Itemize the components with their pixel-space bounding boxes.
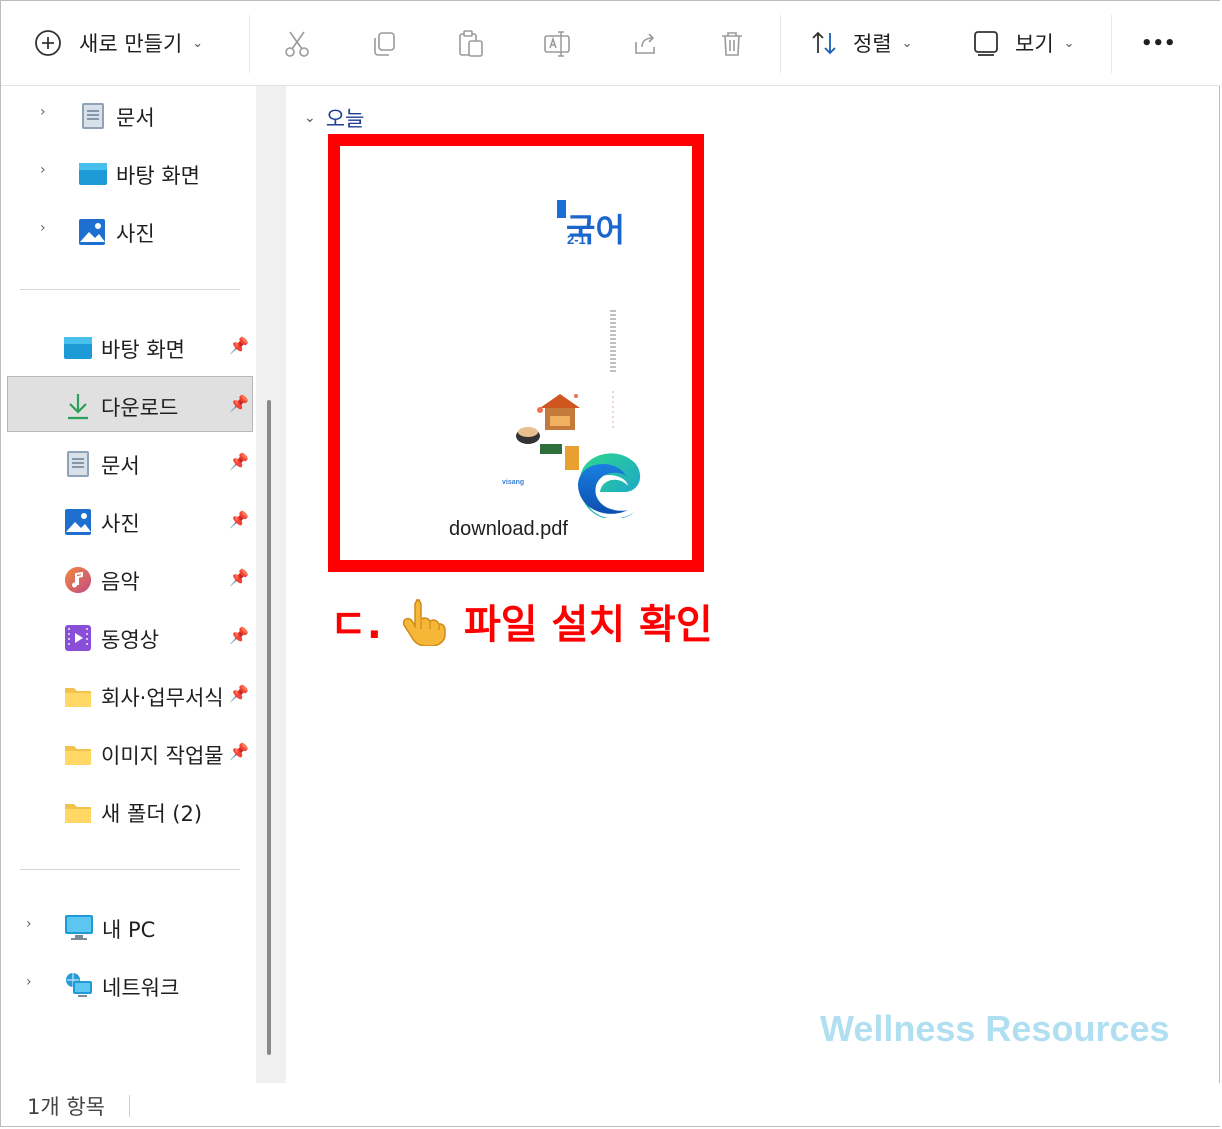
pin-icon[interactable]: 📌 <box>229 684 249 703</box>
pictures-icon <box>79 219 105 245</box>
video-icon <box>65 625 91 651</box>
sort-button-label: 정렬 <box>853 32 892 56</box>
nav-item-label: 문서 <box>116 106 155 130</box>
paste-icon[interactable] <box>456 29 486 59</box>
pin-icon[interactable]: 📌 <box>229 452 249 471</box>
nav-item-label: 바탕 화면 <box>116 164 200 188</box>
network-icon <box>66 973 92 997</box>
callout-step: ㄷ. <box>330 602 382 648</box>
sort-button[interactable]: 정렬 ⌄ <box>809 1 913 85</box>
cut-icon[interactable] <box>282 29 312 59</box>
desktop-icon <box>64 337 92 359</box>
highlight-box <box>328 134 704 572</box>
share-icon[interactable] <box>630 29 660 59</box>
watermark: Wellness Resources <box>820 1008 1170 1049</box>
chevron-right-icon: › <box>40 220 46 236</box>
chevron-right-icon: › <box>40 162 46 178</box>
toolbar: 새로 만들기 ⌄ 정렬 ⌄ 보기 ⌄ ••• <box>1 1 1220 86</box>
chevron-down-icon: ⌄ <box>901 35 913 51</box>
view-button-label: 보기 <box>1015 32 1054 56</box>
status-bar: 1개 항목 <box>1 1083 1220 1126</box>
nav-item-label: 다운로드 <box>101 396 179 420</box>
folder-icon <box>65 746 91 765</box>
pin-icon[interactable]: 📌 <box>229 742 249 761</box>
new-button[interactable]: 새로 만들기 ⌄ <box>33 1 203 85</box>
document-icon <box>82 103 104 129</box>
pointing-hand-icon <box>402 599 446 646</box>
folder-icon <box>65 804 91 823</box>
nav-item-label: 사진 <box>116 222 155 246</box>
nav-item-label: 내 PC <box>102 918 156 942</box>
nav-item-label: 바탕 화면 <box>101 338 185 362</box>
music-icon <box>65 567 91 593</box>
pin-icon[interactable]: 📌 <box>229 626 249 645</box>
chevron-down-icon: ⌄ <box>192 35 204 51</box>
pin-icon[interactable]: 📌 <box>229 510 249 529</box>
instruction-callout: ㄷ. 파일 설치 확인 <box>330 592 713 650</box>
folder-icon <box>65 688 91 707</box>
pictures-icon <box>65 509 91 535</box>
sidebar-scrollbar-thumb[interactable] <box>267 400 271 1055</box>
chevron-right-icon: › <box>40 104 46 120</box>
nav-item-label: 문서 <box>101 454 140 478</box>
desktop-icon <box>79 163 107 185</box>
status-divider <box>129 1095 130 1117</box>
toolbar-divider <box>249 15 250 73</box>
pc-icon <box>65 915 93 940</box>
view-button[interactable]: 보기 ⌄ <box>971 1 1075 85</box>
chevron-right-icon: › <box>26 916 32 932</box>
document-icon <box>67 451 89 477</box>
chevron-down-icon: ⌄ <box>304 110 316 126</box>
group-header-label: 오늘 <box>325 107 365 131</box>
toolbar-divider <box>780 15 781 73</box>
sort-icon <box>812 31 836 55</box>
toolbar-divider <box>1111 15 1112 73</box>
chevron-down-icon: ⌄ <box>1063 35 1075 51</box>
rename-icon[interactable] <box>542 29 572 59</box>
nav-item-label: 사진 <box>101 512 140 536</box>
nav-divider <box>20 289 240 290</box>
pin-icon[interactable]: 📌 <box>229 568 249 587</box>
copy-icon[interactable] <box>369 29 399 59</box>
chevron-right-icon: › <box>26 974 32 990</box>
sidebar-scrollbar-track[interactable] <box>256 86 286 1083</box>
nav-item-label: 네트워크 <box>102 976 180 1000</box>
nav-item-label: 음악 <box>101 570 140 594</box>
nav-item-label: 새 폴더 (2) <box>101 802 203 826</box>
nav-item-label: 동영상 <box>101 628 159 652</box>
nav-item-label: 이미지 작업물 <box>101 744 224 768</box>
pin-icon[interactable]: 📌 <box>229 394 249 413</box>
delete-icon[interactable] <box>717 29 747 59</box>
group-header-today[interactable]: ⌄ 오늘 <box>304 103 364 133</box>
new-button-label: 새로 만들기 <box>79 32 183 56</box>
view-icon <box>974 31 998 56</box>
nav-item-label: 회사·업무서식 <box>101 686 224 710</box>
pin-icon[interactable]: 📌 <box>229 336 249 355</box>
more-options-button[interactable]: ••• <box>1141 1 1176 85</box>
download-icon <box>68 394 88 420</box>
callout-text: 파일 설치 확인 <box>464 602 713 648</box>
plus-circle-icon <box>35 30 61 56</box>
item-count: 1개 항목 <box>27 1095 105 1119</box>
nav-divider <box>20 869 240 870</box>
